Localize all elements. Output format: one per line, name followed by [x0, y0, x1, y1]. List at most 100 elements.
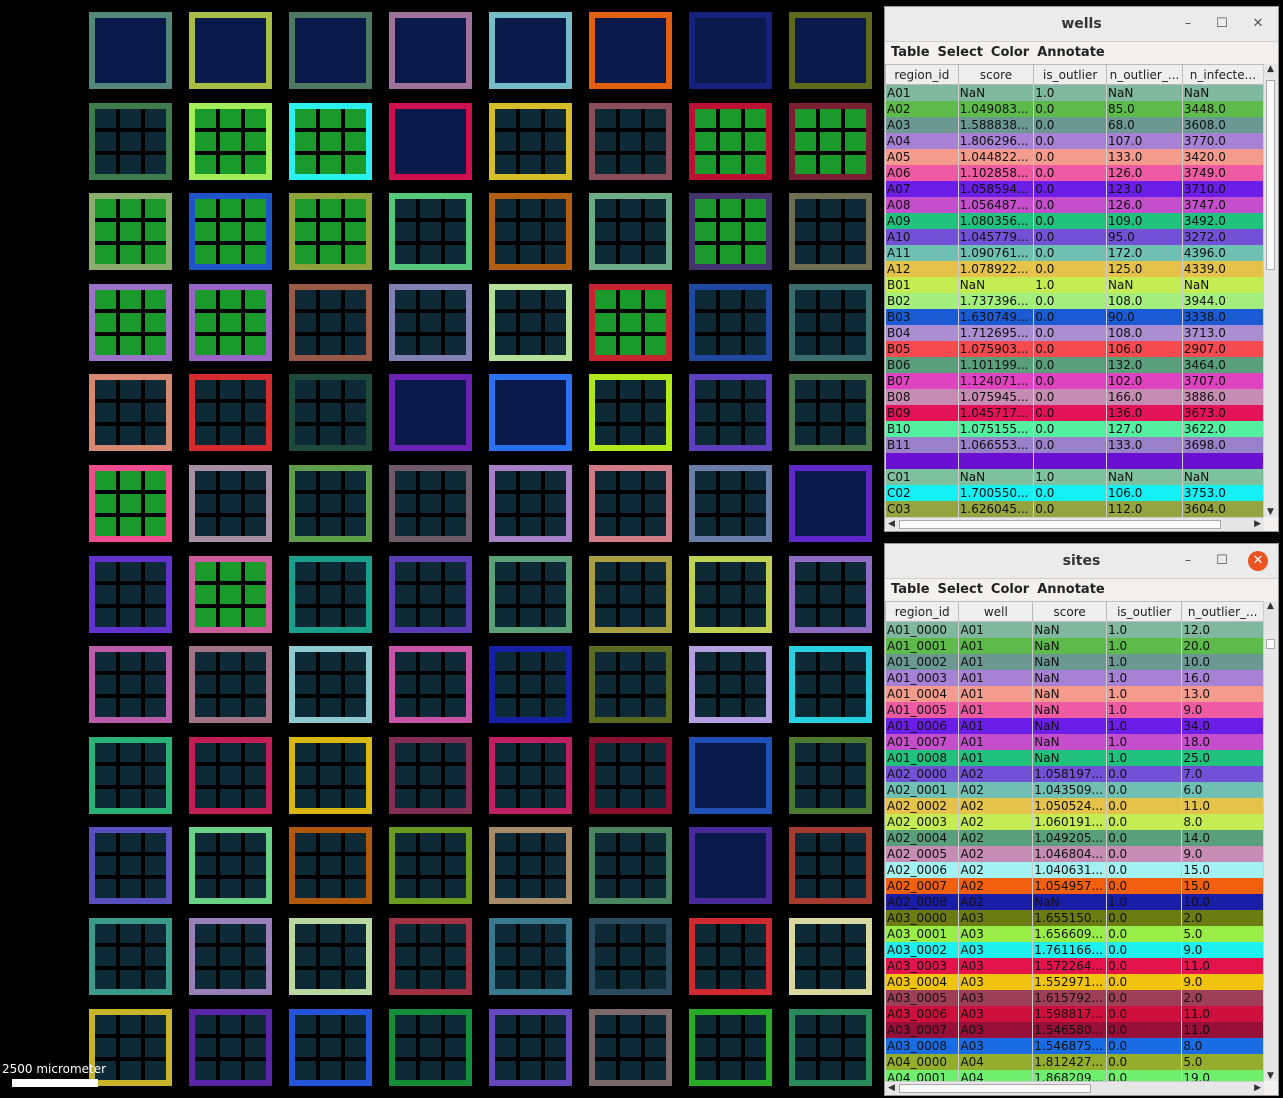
plate-well[interactable] [489, 193, 572, 270]
plate-well[interactable] [89, 103, 172, 180]
plate-well[interactable] [689, 465, 772, 542]
plate-well[interactable] [389, 918, 472, 995]
image-viewer-canvas[interactable] [0, 0, 880, 1098]
column-header[interactable]: score [1032, 601, 1108, 622]
table-row[interactable]: A01_0005 A01 NaN 1.0 9.0 [885, 702, 1264, 718]
plate-well[interactable] [589, 193, 672, 270]
plate-well[interactable] [689, 12, 772, 89]
scroll-down-icon[interactable]: ▼ [1267, 1071, 1274, 1081]
table-row[interactable]: A01_0001 A01 NaN 1.0 20.0 [885, 638, 1264, 654]
table-row[interactable]: A09 1.080356... 0.0 109.0 3492.0 [885, 213, 1264, 229]
table-row[interactable]: A02_0005 A02 1.046804... 0.0 9.0 [885, 846, 1264, 862]
plate-well[interactable] [789, 827, 872, 904]
table-row[interactable]: B07 1.124071... 0.0 102.0 3707.0 [885, 373, 1264, 389]
plate-well[interactable] [489, 556, 572, 633]
table-row[interactable]: A04_0001 A04 1.868209... 0.0 19.0 [885, 1070, 1264, 1081]
sites-table-window[interactable]: sites – ☐ ✕ Table Select Color Annotate … [884, 543, 1279, 1096]
menu-select[interactable]: Select [936, 42, 989, 63]
plate-well[interactable] [489, 103, 572, 180]
plate-well[interactable] [289, 737, 372, 814]
table-row[interactable]: B11 1.066553... 0.0 133.0 3698.0 [885, 437, 1264, 453]
plate-well[interactable] [89, 827, 172, 904]
table-row[interactable]: A01_0003 A01 NaN 1.0 16.0 [885, 670, 1264, 686]
table-row[interactable]: A02_0001 A02 1.043509... 0.0 6.0 [885, 782, 1264, 798]
table-row[interactable]: B06 1.101199... 0.0 132.0 3464.0 [885, 357, 1264, 373]
plate-well[interactable] [289, 374, 372, 451]
plate-well[interactable] [289, 193, 372, 270]
plate-well[interactable] [389, 827, 472, 904]
plate-well[interactable] [789, 646, 872, 723]
maximize-icon[interactable]: ☐ [1212, 551, 1232, 571]
plate-well[interactable] [89, 646, 172, 723]
plate-well[interactable] [589, 103, 672, 180]
table-row[interactable]: A03_0005 A03 1.615792... 0.0 2.0 [885, 990, 1264, 1006]
menu-select[interactable]: Select [936, 579, 989, 600]
title-bar[interactable]: wells – ☐ ✕ [885, 7, 1278, 42]
plate-well[interactable] [389, 193, 472, 270]
plate-well[interactable] [489, 918, 572, 995]
plate-well[interactable] [789, 737, 872, 814]
plate-well[interactable] [789, 12, 872, 89]
plate-well[interactable] [489, 465, 572, 542]
plate-well[interactable] [289, 646, 372, 723]
table-row[interactable]: A03_0001 A03 1.656609... 0.0 5.0 [885, 926, 1264, 942]
plate-well[interactable] [289, 918, 372, 995]
table-row[interactable]: A04 1.806296... 0.0 107.0 3770.0 [885, 133, 1264, 149]
plate-well[interactable] [289, 12, 372, 89]
plate-well[interactable] [789, 193, 872, 270]
table-row[interactable]: B05 1.075903... 0.0 106.0 2907.0 [885, 341, 1264, 357]
scroll-right-icon[interactable]: ▶ [1254, 519, 1261, 529]
table-row[interactable]: A01_0007 A01 NaN 1.0 18.0 [885, 734, 1264, 750]
table-row[interactable]: A02_0003 A02 1.060191... 0.0 8.0 [885, 814, 1264, 830]
scrollbar-thumb[interactable] [1266, 639, 1275, 649]
scroll-up-icon[interactable]: ▲ [1267, 601, 1274, 611]
table-row[interactable]: B01 NaN 1.0 NaN NaN [885, 277, 1264, 293]
table-row[interactable]: A04_0000 A04 1.812427... 0.0 5.0 [885, 1054, 1264, 1070]
plate-well[interactable] [689, 737, 772, 814]
plate-well[interactable] [689, 193, 772, 270]
table-row[interactable]: A05 1.044822... 0.0 133.0 3420.0 [885, 149, 1264, 165]
plate-well[interactable] [389, 1009, 472, 1086]
plate-well[interactable] [589, 1009, 672, 1086]
plate-well[interactable] [189, 737, 272, 814]
scrollbar-thumb[interactable] [1266, 80, 1275, 270]
menu-annotate[interactable]: Annotate [1035, 579, 1111, 600]
table-row[interactable]: B02 1.737396... 0.0 108.0 3944.0 [885, 293, 1264, 309]
plate-well[interactable] [489, 12, 572, 89]
plate-well[interactable] [189, 12, 272, 89]
column-header[interactable]: n_outlier_... [1181, 601, 1264, 622]
plate-well[interactable] [589, 918, 672, 995]
table-row[interactable]: A11 1.090761... 0.0 172.0 4396.0 [885, 245, 1264, 261]
table-row[interactable]: A08 1.056487... 0.0 126.0 3747.0 [885, 197, 1264, 213]
plate-well[interactable] [689, 284, 772, 361]
table-row[interactable]: A03_0003 A03 1.572264... 0.0 11.0 [885, 958, 1264, 974]
table-row[interactable]: B04 1.712695... 0.0 108.0 3713.0 [885, 325, 1264, 341]
title-bar[interactable]: sites – ☐ ✕ [885, 544, 1278, 579]
plate-well[interactable] [389, 284, 472, 361]
table-row[interactable]: A06 1.102858... 0.0 126.0 3749.0 [885, 165, 1264, 181]
column-header[interactable]: is_outlier [1033, 64, 1108, 85]
table-row[interactable]: A01_0004 A01 NaN 1.0 13.0 [885, 686, 1264, 702]
column-header[interactable]: region_id [885, 601, 960, 622]
table-row[interactable]: A03_0006 A03 1.598817... 0.0 11.0 [885, 1006, 1264, 1022]
scroll-down-icon[interactable]: ▼ [1267, 507, 1274, 517]
table-row[interactable]: A03_0004 A03 1.552971... 0.0 9.0 [885, 974, 1264, 990]
scroll-left-icon[interactable]: ◀ [888, 519, 895, 529]
menu-table[interactable]: Table [889, 42, 936, 63]
plate-well[interactable] [289, 284, 372, 361]
plate-well[interactable] [389, 465, 472, 542]
plate-well[interactable] [589, 284, 672, 361]
maximize-icon[interactable]: ☐ [1212, 14, 1232, 34]
plate-well[interactable] [189, 465, 272, 542]
plate-well[interactable] [389, 646, 472, 723]
plate-well[interactable] [689, 103, 772, 180]
table-row[interactable]: A02_0008 A02 NaN 1.0 10.0 [885, 894, 1264, 910]
plate-well[interactable] [789, 284, 872, 361]
plate-well[interactable] [189, 646, 272, 723]
plate-well[interactable] [489, 284, 572, 361]
plate-well[interactable] [189, 1009, 272, 1086]
plate-well[interactable] [289, 465, 372, 542]
plate-well[interactable] [189, 918, 272, 995]
scroll-left-icon[interactable]: ◀ [888, 1083, 895, 1093]
plate-well[interactable] [289, 827, 372, 904]
